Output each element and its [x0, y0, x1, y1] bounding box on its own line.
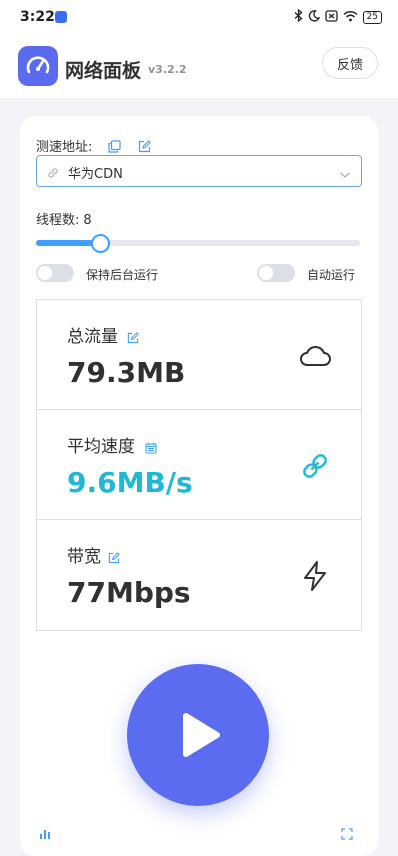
total-traffic-title: 总流量	[67, 327, 118, 347]
link-icon	[297, 448, 333, 484]
bandwidth-card: 带宽 77Mbps	[37, 519, 361, 629]
fullscreen-icon[interactable]	[341, 825, 355, 840]
status-time: 3:22	[20, 9, 55, 25]
average-speed-card: 平均速度 9.6MB/s	[37, 409, 361, 519]
total-traffic-value: 79.3MB	[67, 356, 186, 389]
start-test-button[interactable]	[127, 664, 269, 806]
edit-icon[interactable]	[138, 138, 152, 153]
bandwidth-title: 带宽	[67, 547, 101, 567]
thread-count-label: 线程数: 8	[36, 213, 92, 228]
moon-icon	[308, 9, 320, 25]
thread-count-slider[interactable]	[36, 234, 360, 253]
keep-background-label: 保持后台运行	[86, 268, 159, 282]
edit-icon[interactable]	[127, 329, 139, 348]
app-header: 网络面板 v3.2.2 反馈	[0, 34, 398, 98]
average-speed-title: 平均速度	[67, 437, 135, 457]
lightning-icon	[297, 558, 333, 594]
play-icon	[183, 713, 220, 757]
notification-app-icon	[55, 11, 67, 23]
status-bar: 3:22 25	[0, 0, 398, 34]
auto-run-label: 自动运行	[307, 268, 356, 282]
keep-background-switch[interactable]	[36, 264, 74, 282]
speed-test-address-label: 测速地址:	[36, 140, 93, 155]
wifi-icon	[343, 10, 358, 25]
bandwidth-value: 77Mbps	[67, 576, 191, 609]
bluetooth-icon	[294, 8, 303, 25]
total-traffic-card: 总流量 79.3MB	[37, 300, 361, 409]
copy-icon[interactable]	[108, 138, 122, 153]
slider-handle[interactable]	[91, 234, 110, 253]
status-icons: 25	[294, 8, 382, 25]
main-card: 测速地址: 华为CDN 线程数: 8 保持后台运行 自动运行 总流量 79.3MB	[20, 116, 378, 856]
link-icon	[47, 164, 59, 183]
edit-icon[interactable]	[108, 549, 120, 568]
cloud-icon	[297, 338, 333, 374]
auto-run-switch[interactable]	[257, 264, 295, 282]
feedback-button[interactable]: 反馈	[322, 47, 378, 79]
no-sim-icon	[324, 9, 338, 25]
stats-panel: 总流量 79.3MB 平均速度 9.6MB/s 带宽 77Mbps	[36, 299, 362, 631]
selected-server: 华为CDN	[68, 167, 123, 182]
calendar-icon[interactable]	[145, 439, 157, 458]
battery-icon: 25	[362, 10, 382, 24]
chevron-down-icon	[339, 165, 351, 184]
speedometer-logo-icon	[18, 46, 58, 86]
average-speed-value: 9.6MB/s	[67, 466, 193, 499]
app-version: v3.2.2	[148, 63, 187, 76]
stats-chart-icon[interactable]	[39, 825, 53, 839]
app-title: 网络面板	[65, 60, 142, 82]
speed-test-server-select[interactable]: 华为CDN	[36, 155, 362, 187]
